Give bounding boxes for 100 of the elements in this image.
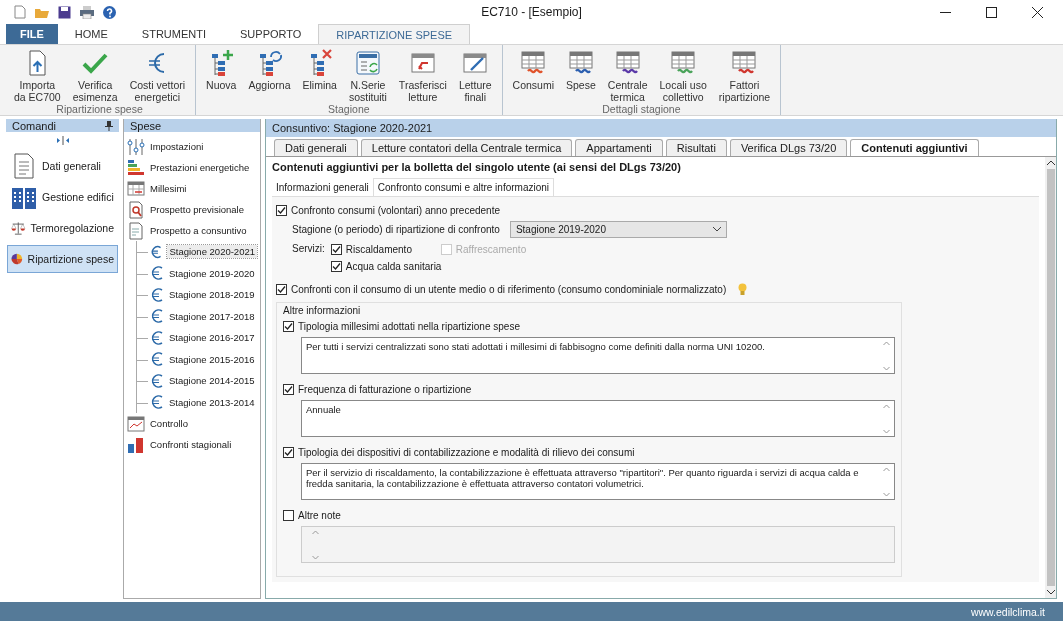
tab[interactable]: Letture contatori della Centrale termica [360, 139, 573, 156]
euro-icon [151, 330, 163, 345]
tree-item[interactable]: Millesimi [127, 178, 257, 199]
field-label: Servizi: [292, 242, 325, 256]
window-title: EC710 - [Esempio] [481, 5, 582, 19]
tree-item[interactable]: Stagione 2020-2021 [137, 241, 257, 263]
checkbox[interactable] [276, 284, 287, 295]
panel-title: Comandi [12, 119, 57, 132]
tab[interactable]: Verifica DLgs 73/20 [729, 139, 848, 156]
ribbon-tab[interactable]: SUPPORTO [223, 24, 319, 44]
tab[interactable]: Informazioni generali [272, 178, 373, 196]
ribbon-button[interactable]: Aggiorna [244, 49, 295, 103]
ribbon-tab[interactable]: FILE [6, 24, 58, 44]
tab[interactable]: Confronto consumi e altre informazioni [372, 178, 555, 196]
checkbox[interactable] [283, 447, 294, 458]
ribbon-button[interactable]: Letture finali [454, 49, 496, 103]
group-label: Dettagli stagione [602, 103, 681, 115]
checkbox[interactable] [330, 261, 342, 272]
text-area[interactable]: Per il servizio di riscaldamento, la contabilizzazione è effettuata attraverso "ripartitori". Per quanto riguarda i servizi di acqua calda e fredda sanitaria, la contabilizzazione è effettuata attraverso contatori volumetrici. [301, 463, 895, 500]
ribbon-button[interactable]: Locali uso collettivo [655, 49, 711, 103]
tree-item[interactable]: Stagione 2014-2015 [137, 370, 257, 392]
checkbox-label: Frequenza di fatturazione o ripartizione [298, 384, 472, 395]
checkbox[interactable] [283, 321, 294, 332]
scroll-down-icon[interactable] [1046, 590, 1055, 595]
checkbox-label: Acqua calda sanitaria [345, 261, 442, 272]
scroll-up-icon[interactable] [1046, 160, 1055, 165]
tree-item[interactable]: Stagione 2015-2016 [137, 348, 257, 370]
sliders-icon [127, 137, 145, 156]
website-link[interactable]: www.edilclima.it [970, 605, 1045, 618]
energy-bars-icon [127, 158, 145, 177]
euro-icon [151, 373, 163, 388]
ribbon-button[interactable]: Spese [562, 49, 600, 103]
season-dropdown[interactable]: Stagione 2019-2020 [509, 220, 727, 238]
window-refresh-icon [353, 49, 382, 77]
euro-icon [151, 244, 162, 259]
checkbox[interactable] [283, 384, 294, 395]
ribbon-button[interactable]: Consumi [508, 49, 559, 103]
ribbon-button[interactable]: Elimina [298, 49, 341, 103]
ribbon-button[interactable]: Importa da EC700 [10, 49, 65, 103]
group-label: Stagione [328, 103, 370, 115]
line-chart-icon [127, 414, 145, 433]
ribbon-button[interactable]: Costi vettori energetici [125, 49, 190, 103]
checkbox-label: Confronti con il consumo di un utente medio o di riferimento (consumo condominiale normalizzato) [291, 284, 727, 295]
pin-icon[interactable] [105, 120, 113, 131]
document-icon [127, 221, 145, 240]
checkbox-label: Raffrescamento [455, 244, 527, 255]
ribbon-button[interactable]: Fattori ripartizione [714, 49, 775, 103]
checkbox-label: Tipologia dei dispositivi di contabilizzazione e modalità di rilievo dei consumi [298, 447, 635, 458]
collapse-icon[interactable] [55, 136, 70, 145]
tree-item[interactable]: Stagione 2017-2018 [137, 305, 257, 327]
text-area[interactable]: Per tutti i servizi centralizzati sono stati adottati i millesimi di fabbisogno come definiti dalla norma UNI 10200. [301, 337, 895, 374]
tab[interactable]: Risultati [665, 139, 727, 156]
command-item[interactable]: Ripartizione spese [7, 245, 118, 273]
checkbox-label: Tipologia millesimi adottati nella ripartizione spese [298, 321, 520, 332]
euro-icon [151, 266, 163, 281]
ribbon-tab[interactable]: STRUMENTI [124, 24, 223, 44]
ribbon-button[interactable]: Nuova [202, 49, 241, 103]
tree-item[interactable]: Stagione 2013-2014 [137, 391, 257, 413]
euro-icon [151, 352, 163, 367]
ribbon-button[interactable]: Verifica esimenza [68, 49, 122, 103]
tree-item[interactable]: Stagione 2019-2020 [137, 262, 257, 284]
field-label: Stagione (o periodo) di ripartizione di confronto [292, 223, 500, 235]
command-item[interactable]: Gestione edifici [7, 183, 118, 211]
tree-item[interactable]: Confronti stagionali [127, 434, 257, 455]
group-label: Ripartizione spese [56, 103, 143, 115]
tab[interactable]: Dati generali [274, 139, 358, 156]
tab[interactable]: Appartamenti [575, 139, 663, 156]
checkbox[interactable] [276, 205, 287, 216]
help-icon[interactable] [103, 5, 116, 19]
checkbox[interactable] [330, 244, 342, 255]
scrollbar[interactable] [1045, 157, 1056, 598]
document-title: Consuntivo: Stagione 2020-2021 [272, 122, 433, 134]
tree-item[interactable]: Stagione 2018-2019 [137, 284, 257, 306]
panel-title: Spese [130, 119, 162, 132]
checkbox[interactable] [283, 510, 294, 521]
group-title: Altre informazioni [283, 305, 362, 316]
save-icon[interactable] [58, 5, 71, 19]
ribbon-button[interactable]: Trasferisci letture [394, 49, 451, 103]
ribbon-tab[interactable]: RIPARTIZIONE SPESE [318, 24, 471, 44]
printer-icon[interactable] [80, 5, 94, 19]
checkbox-label: Altre note [298, 510, 341, 521]
tree-item[interactable]: Prospetto a consuntivo [127, 220, 257, 241]
tree-item[interactable]: Prospetto previsionale [127, 199, 257, 220]
document-icon [11, 153, 37, 179]
ribbon-tab[interactable]: HOME [57, 24, 125, 44]
text-area[interactable]: Annuale [301, 400, 895, 437]
ribbon-button[interactable]: Centrale termica [603, 49, 652, 103]
command-item[interactable]: Termoregolazione [7, 214, 118, 242]
tree-item[interactable]: Prestazioni energetiche [127, 157, 257, 178]
checkbox-label: Riscaldamento [345, 244, 412, 255]
ribbon-button[interactable]: N.Serie sostituiti [344, 49, 391, 103]
maximize-icon[interactable] [986, 6, 997, 18]
euro-icon [151, 287, 163, 302]
tree-item[interactable]: Impostazioni [127, 136, 257, 157]
euro-icon [151, 395, 163, 410]
tree-item[interactable]: Stagione 2016-2017 [137, 327, 257, 349]
tab[interactable]: Contenuti aggiuntivi [850, 139, 979, 156]
close-icon[interactable] [1032, 6, 1043, 18]
tree-item[interactable]: Controllo [127, 413, 257, 434]
command-item[interactable]: Dati generali [7, 152, 118, 180]
